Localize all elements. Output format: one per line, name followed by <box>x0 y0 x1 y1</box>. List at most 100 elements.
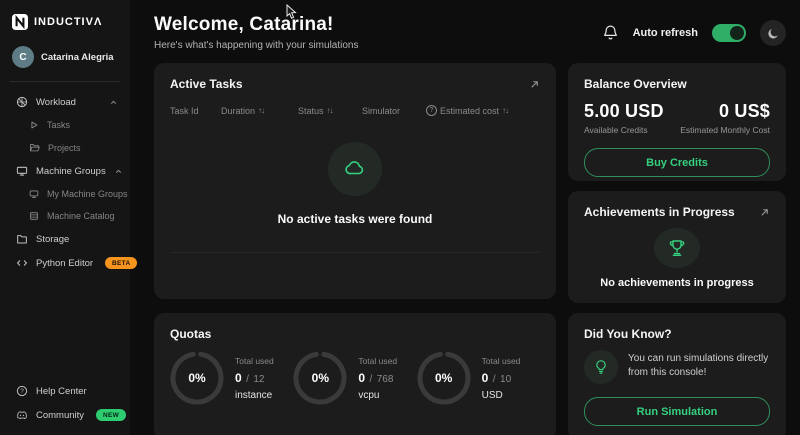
sidebar-item-storage[interactable]: Storage <box>0 227 130 251</box>
did-you-know-card: Did You Know? You can run simulations di… <box>568 313 786 435</box>
sidebar-item-help-center[interactable]: ? Help Center <box>0 379 130 403</box>
balance-card: Balance Overview 5.00 USD Available Cred… <box>568 63 786 181</box>
workload-icon <box>16 96 28 108</box>
sidebar-item-label: Tasks <box>47 120 70 130</box>
total-used-label: Total used <box>235 356 274 366</box>
sidebar-item-community[interactable]: Community NEW <box>0 403 130 427</box>
tasks-table-header: Task Id Duration↑↓ Status↑↓ Simulator ?E… <box>170 105 540 116</box>
achievements-title: Achievements in Progress <box>584 205 735 219</box>
monitor-icon <box>16 165 28 177</box>
play-icon <box>29 120 39 130</box>
total-used-label: Total used <box>482 356 521 366</box>
dark-mode-button[interactable] <box>760 20 786 46</box>
buy-credits-button[interactable]: Buy Credits <box>584 148 770 177</box>
quotas-title: Quotas <box>170 327 211 341</box>
auto-refresh-label: Auto refresh <box>633 27 698 39</box>
empty-state-circle <box>328 142 382 196</box>
did-you-know-title: Did You Know? <box>584 327 672 341</box>
lightbulb-icon <box>593 359 609 375</box>
right-column: Balance Overview 5.00 USD Available Cred… <box>568 63 786 435</box>
user-menu[interactable]: C Catarina Alegria <box>0 46 130 68</box>
sidebar-item-tasks[interactable]: Tasks <box>0 114 130 136</box>
sidebar-item-projects[interactable]: Projects <box>0 136 130 159</box>
monthly-cost-value: 0 US$ <box>680 101 770 122</box>
tasks-empty-message: No active tasks were found <box>278 212 433 226</box>
monitor-icon <box>29 189 39 199</box>
quota-usd: 0% Total used 0 / 10 USD <box>417 351 540 405</box>
brand-logo[interactable]: INDUCTIVΛ <box>0 10 130 34</box>
external-arrow-icon <box>529 79 540 90</box>
quota-unit: USD <box>482 390 521 401</box>
sidebar-item-label: My Machine Groups <box>47 189 128 199</box>
active-tasks-open-link[interactable] <box>529 79 540 90</box>
external-arrow-icon <box>759 207 770 218</box>
brand-name: INDUCTIVΛ <box>34 16 102 28</box>
trophy-icon <box>666 237 688 259</box>
sidebar-item-machine-groups[interactable]: Machine Groups <box>0 159 130 183</box>
column-duration[interactable]: Duration↑↓ <box>221 106 298 116</box>
moon-icon <box>767 27 780 40</box>
sidebar-item-label: Machine Catalog <box>47 211 115 221</box>
quotas-card: Quotas 0% Total used 0 / 12 instance <box>154 313 556 435</box>
inductiva-logo-icon <box>12 14 28 30</box>
column-estimated-cost[interactable]: ?Estimated cost↑↓ <box>426 105 540 116</box>
run-simulation-button[interactable]: Run Simulation <box>584 397 770 426</box>
toggle-knob <box>730 26 744 40</box>
quota-unit: instance <box>235 390 274 401</box>
folder-icon <box>16 233 28 245</box>
page-title: Welcome, Catarina! <box>154 14 358 36</box>
balance-title: Balance Overview <box>584 77 687 91</box>
sort-icon: ↑↓ <box>258 106 264 115</box>
quota-row: 0% Total used 0 / 12 instance 0% <box>170 351 540 405</box>
auto-refresh-toggle[interactable] <box>712 24 746 42</box>
total-used-label: Total used <box>358 356 397 366</box>
sidebar-divider <box>10 81 120 82</box>
bell-icon[interactable] <box>602 24 619 42</box>
active-tasks-card: Active Tasks Task Id Duration↑↓ Status↑↓… <box>154 63 556 299</box>
column-task-id[interactable]: Task Id <box>170 106 221 116</box>
quota-vcpu: 0% Total used 0 / 768 vcpu <box>293 351 416 405</box>
achievements-empty-message: No achievements in progress <box>584 277 770 289</box>
quota-percent: 0% <box>417 351 471 405</box>
catalog-list-icon <box>29 211 39 221</box>
quota-donut: 0% <box>417 351 471 405</box>
app-window: INDUCTIVΛ C Catarina Alegria Workload Ta… <box>0 0 800 435</box>
tip-text: You can run simulations directly from th… <box>628 350 770 380</box>
sidebar-item-label: Storage <box>36 234 69 245</box>
sidebar-item-label: Help Center <box>36 386 87 397</box>
sidebar-item-python-editor[interactable]: Python Editor BETA <box>0 251 130 275</box>
monthly-cost-label: Estimated Monthly Cost <box>680 125 770 135</box>
available-credits-value: 5.00 USD <box>584 101 664 122</box>
achievements-open-link[interactable] <box>759 207 770 218</box>
sidebar-item-label: Python Editor <box>36 258 93 269</box>
dashboard-grid: Active Tasks Task Id Duration↑↓ Status↑↓… <box>154 63 786 435</box>
folder-open-icon <box>29 142 40 153</box>
sort-icon: ↑↓ <box>502 106 508 115</box>
column-simulator[interactable]: Simulator <box>362 106 426 116</box>
achievements-circle <box>654 228 700 268</box>
sidebar-item-label: Workload <box>36 97 76 108</box>
active-tasks-title: Active Tasks <box>170 77 243 91</box>
main-content: Welcome, Catarina! Here's what's happeni… <box>130 0 800 435</box>
cloud-icon <box>342 156 368 182</box>
chevron-up-icon <box>109 98 118 107</box>
sidebar-item-machine-catalog[interactable]: Machine Catalog <box>0 205 130 227</box>
sidebar-item-my-machine-groups[interactable]: My Machine Groups <box>0 183 130 205</box>
sidebar-item-label: Projects <box>48 143 81 153</box>
quota-donut: 0% <box>293 351 347 405</box>
quota-fraction: 0 / 10 <box>482 369 521 387</box>
quota-instance: 0% Total used 0 / 12 instance <box>170 351 293 405</box>
sidebar-item-workload[interactable]: Workload <box>0 90 130 114</box>
page-header: Welcome, Catarina! Here's what's happeni… <box>154 14 786 51</box>
column-status[interactable]: Status↑↓ <box>298 106 362 116</box>
quota-unit: vcpu <box>358 390 397 401</box>
sidebar-nav: Workload Tasks Projects Machine Groups M… <box>0 90 130 275</box>
sidebar-item-label: Community <box>36 410 84 421</box>
sidebar: INDUCTIVΛ C Catarina Alegria Workload Ta… <box>0 0 130 435</box>
chevron-up-icon <box>114 167 123 176</box>
new-badge: NEW <box>96 409 126 421</box>
quota-percent: 0% <box>293 351 347 405</box>
header-controls: Auto refresh <box>602 20 786 46</box>
left-column: Active Tasks Task Id Duration↑↓ Status↑↓… <box>154 63 556 435</box>
discord-icon <box>16 409 28 421</box>
